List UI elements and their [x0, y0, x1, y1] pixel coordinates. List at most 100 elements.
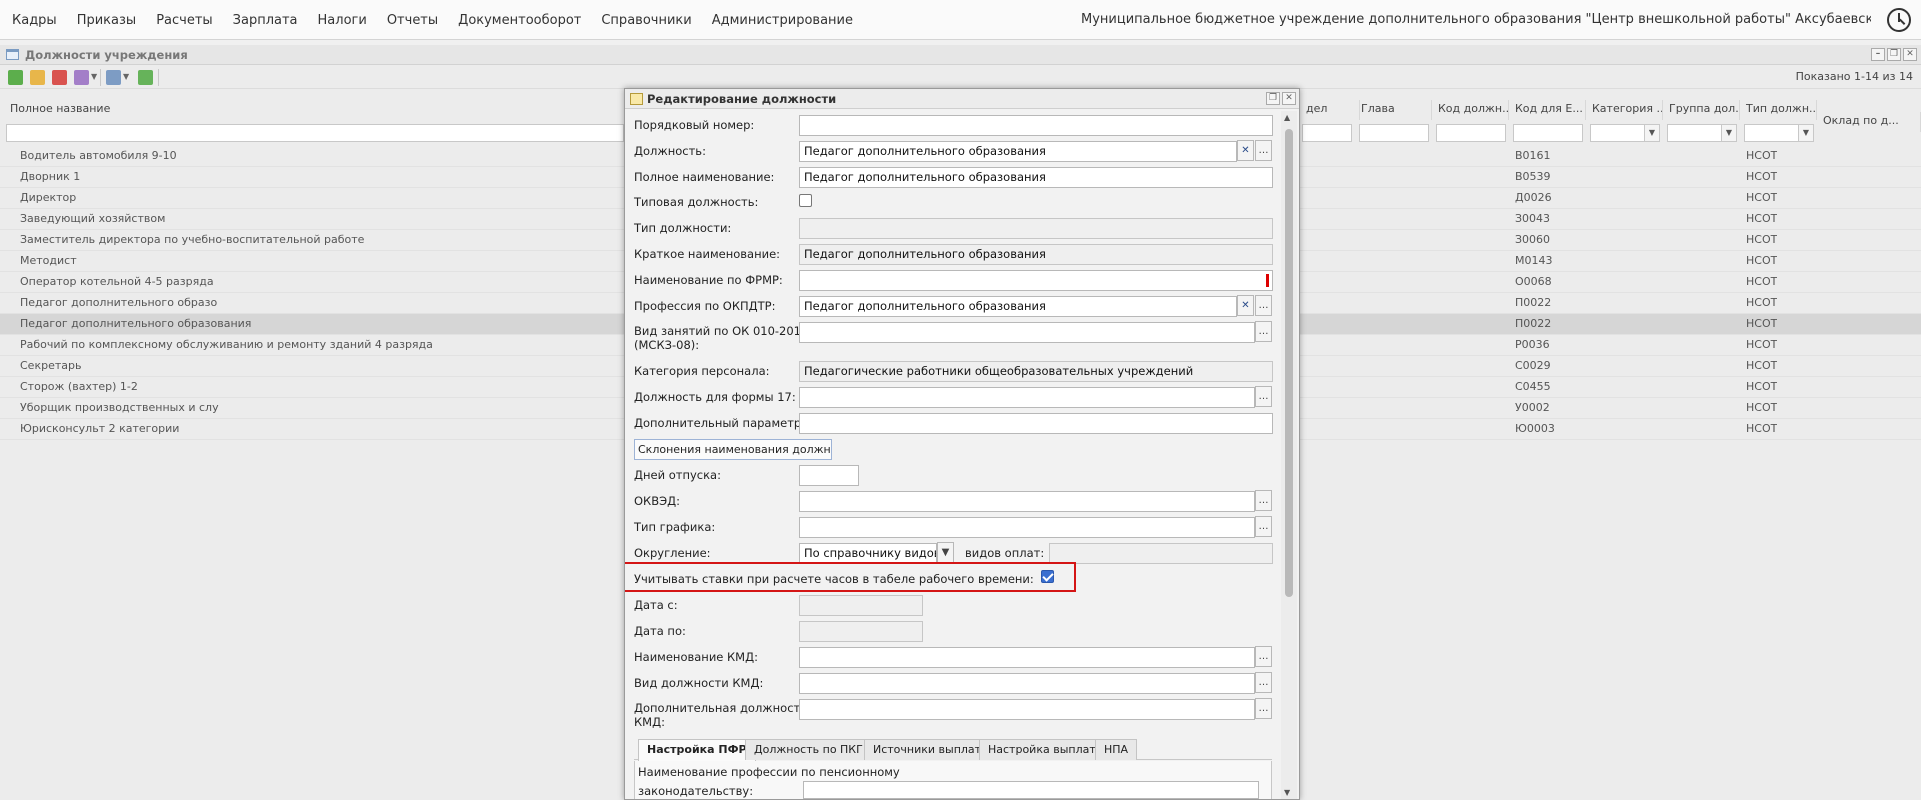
kmd-kind-field[interactable]: [799, 673, 1255, 694]
minimize-icon[interactable]: –: [1871, 48, 1885, 61]
chevron-down-icon[interactable]: ▼: [937, 542, 954, 563]
menu-item-references[interactable]: Справочники: [591, 13, 701, 28]
menu-item-personnel[interactable]: Кадры: [0, 13, 67, 28]
scroll-down-icon[interactable]: ▼: [1284, 788, 1290, 797]
cell-name: Директор: [20, 191, 77, 204]
chevron-down-icon[interactable]: ▼: [1798, 125, 1813, 141]
print-icon[interactable]: [106, 70, 121, 85]
full-name-input[interactable]: Педагог дополнительного образования: [799, 167, 1273, 188]
close-icon[interactable]: ✕: [1282, 92, 1296, 105]
chevron-down-icon[interactable]: ▼: [1644, 125, 1659, 141]
ellipsis-icon[interactable]: …: [1255, 295, 1272, 316]
chevron-down-icon[interactable]: ▼: [1721, 125, 1736, 141]
menu-item-reports[interactable]: Отчеты: [377, 13, 448, 28]
label-form17: Должность для формы 17:: [634, 390, 796, 404]
menu-item-salary[interactable]: Зарплата: [223, 13, 308, 28]
ellipsis-icon[interactable]: …: [1255, 321, 1272, 342]
ellipsis-icon[interactable]: …: [1255, 646, 1272, 667]
clock-icon[interactable]: [1887, 8, 1911, 32]
tab-npa[interactable]: НПА: [1095, 739, 1138, 760]
cell-type: НСОТ: [1746, 170, 1778, 183]
restore-icon[interactable]: ❐: [1887, 48, 1901, 61]
filter-position-code[interactable]: [1436, 124, 1506, 142]
ellipsis-icon[interactable]: …: [1255, 516, 1272, 537]
delete-icon[interactable]: [52, 70, 67, 85]
rounding-select[interactable]: По справочнику видов с: [799, 543, 937, 564]
toolbar-separator: [158, 69, 159, 86]
gear-icon[interactable]: [74, 70, 89, 85]
frmr-input[interactable]: [799, 270, 1273, 291]
col-group[interactable]: Группа дол...: [1663, 100, 1740, 120]
highlight-box: [625, 562, 1076, 592]
menu-item-orders[interactable]: Приказы: [67, 13, 146, 28]
col-type[interactable]: Тип должн...: [1740, 100, 1817, 120]
position-type-input[interactable]: [799, 218, 1273, 239]
ellipsis-icon[interactable]: …: [1255, 490, 1272, 511]
label-date-to: Дата по:: [634, 624, 686, 638]
dialog-controls: ❐ ✕: [1266, 92, 1296, 105]
ellipsis-icon[interactable]: …: [1255, 386, 1272, 407]
extra-param-input[interactable]: [799, 413, 1273, 434]
filter-department[interactable]: [1302, 124, 1352, 142]
add-icon[interactable]: [8, 70, 23, 85]
menu-item-calculations[interactable]: Расчеты: [146, 13, 222, 28]
staff-category-input[interactable]: Педагогические работники общеобразовател…: [799, 361, 1273, 382]
chevron-down-icon[interactable]: ▼: [91, 72, 97, 81]
filter-full-name[interactable]: [6, 124, 624, 142]
col-department[interactable]: дел: [1300, 100, 1360, 120]
ok010-field[interactable]: [799, 322, 1255, 343]
pension-profession-field[interactable]: [803, 781, 1259, 799]
scroll-up-icon[interactable]: ▲: [1284, 113, 1290, 122]
tab-pkg-position[interactable]: Должность по ПКГ: [745, 739, 872, 760]
clear-icon[interactable]: ✕: [1237, 140, 1254, 161]
tab-payment-sources[interactable]: Источники выплат: [864, 739, 991, 760]
label-pay-kinds: видов оплат:: [965, 546, 1045, 560]
date-to-input[interactable]: [799, 621, 923, 642]
maximize-icon[interactable]: ❐: [1266, 92, 1280, 105]
dialog-scrollbar[interactable]: ▲ ▼: [1281, 111, 1297, 799]
ellipsis-icon[interactable]: …: [1255, 672, 1272, 693]
position-field[interactable]: Педагог дополнительного образования: [799, 141, 1237, 162]
order-input[interactable]: [799, 115, 1273, 136]
filter-type[interactable]: ▼: [1744, 124, 1814, 142]
filter-category[interactable]: ▼: [1590, 124, 1660, 142]
kmd-extra-field[interactable]: [799, 699, 1255, 720]
records-count: Показано 1-14 из 14: [1795, 70, 1913, 83]
tab-pfr-settings[interactable]: Настройка ПФР: [638, 739, 756, 761]
kmd-name-field[interactable]: [799, 647, 1255, 668]
date-from-input[interactable]: [799, 595, 923, 616]
label-short-name: Краткое наименование:: [634, 247, 781, 261]
col-full-name[interactable]: Полное название: [4, 100, 624, 120]
clear-icon[interactable]: ✕: [1237, 295, 1254, 316]
typical-checkbox[interactable]: [799, 194, 812, 207]
tab-payment-settings[interactable]: Настройка выплат: [979, 739, 1105, 760]
label-full-name: Полное наименование:: [634, 170, 775, 184]
filter-head[interactable]: [1359, 124, 1429, 142]
col-category[interactable]: Категория ...: [1586, 100, 1663, 120]
chevron-down-icon[interactable]: ▼: [123, 72, 129, 81]
dialog-header[interactable]: Редактирование должности ❐ ✕: [625, 89, 1299, 109]
declension-button[interactable]: Склонения наименования должности: [634, 439, 832, 460]
scroll-thumb[interactable]: [1285, 129, 1293, 597]
filter-group[interactable]: ▼: [1667, 124, 1737, 142]
menu-item-documents[interactable]: Документооборот: [448, 13, 591, 28]
ellipsis-icon[interactable]: …: [1255, 140, 1272, 161]
col-head[interactable]: Глава: [1355, 100, 1432, 120]
vacation-days-input[interactable]: [799, 465, 859, 486]
ellipsis-icon[interactable]: …: [1255, 698, 1272, 719]
filter-code-e[interactable]: [1513, 124, 1583, 142]
col-position-code[interactable]: Код должн...: [1432, 100, 1509, 120]
schedule-field[interactable]: [799, 517, 1255, 538]
form17-field[interactable]: [799, 387, 1255, 408]
short-name-input[interactable]: Педагог дополнительного образования: [799, 244, 1273, 265]
col-code-e[interactable]: Код для Е...: [1509, 100, 1586, 120]
close-icon[interactable]: ✕: [1903, 48, 1917, 61]
menu-item-administration[interactable]: Администрирование: [702, 13, 863, 28]
pay-kinds-input[interactable]: [1049, 543, 1273, 564]
refresh-icon[interactable]: [138, 70, 153, 85]
menu-item-taxes[interactable]: Налоги: [308, 13, 377, 28]
cell-code: П0022: [1515, 296, 1552, 309]
okpdtr-field[interactable]: Педагог дополнительного образования: [799, 296, 1237, 317]
edit-icon[interactable]: [30, 70, 45, 85]
okved-field[interactable]: [799, 491, 1255, 512]
